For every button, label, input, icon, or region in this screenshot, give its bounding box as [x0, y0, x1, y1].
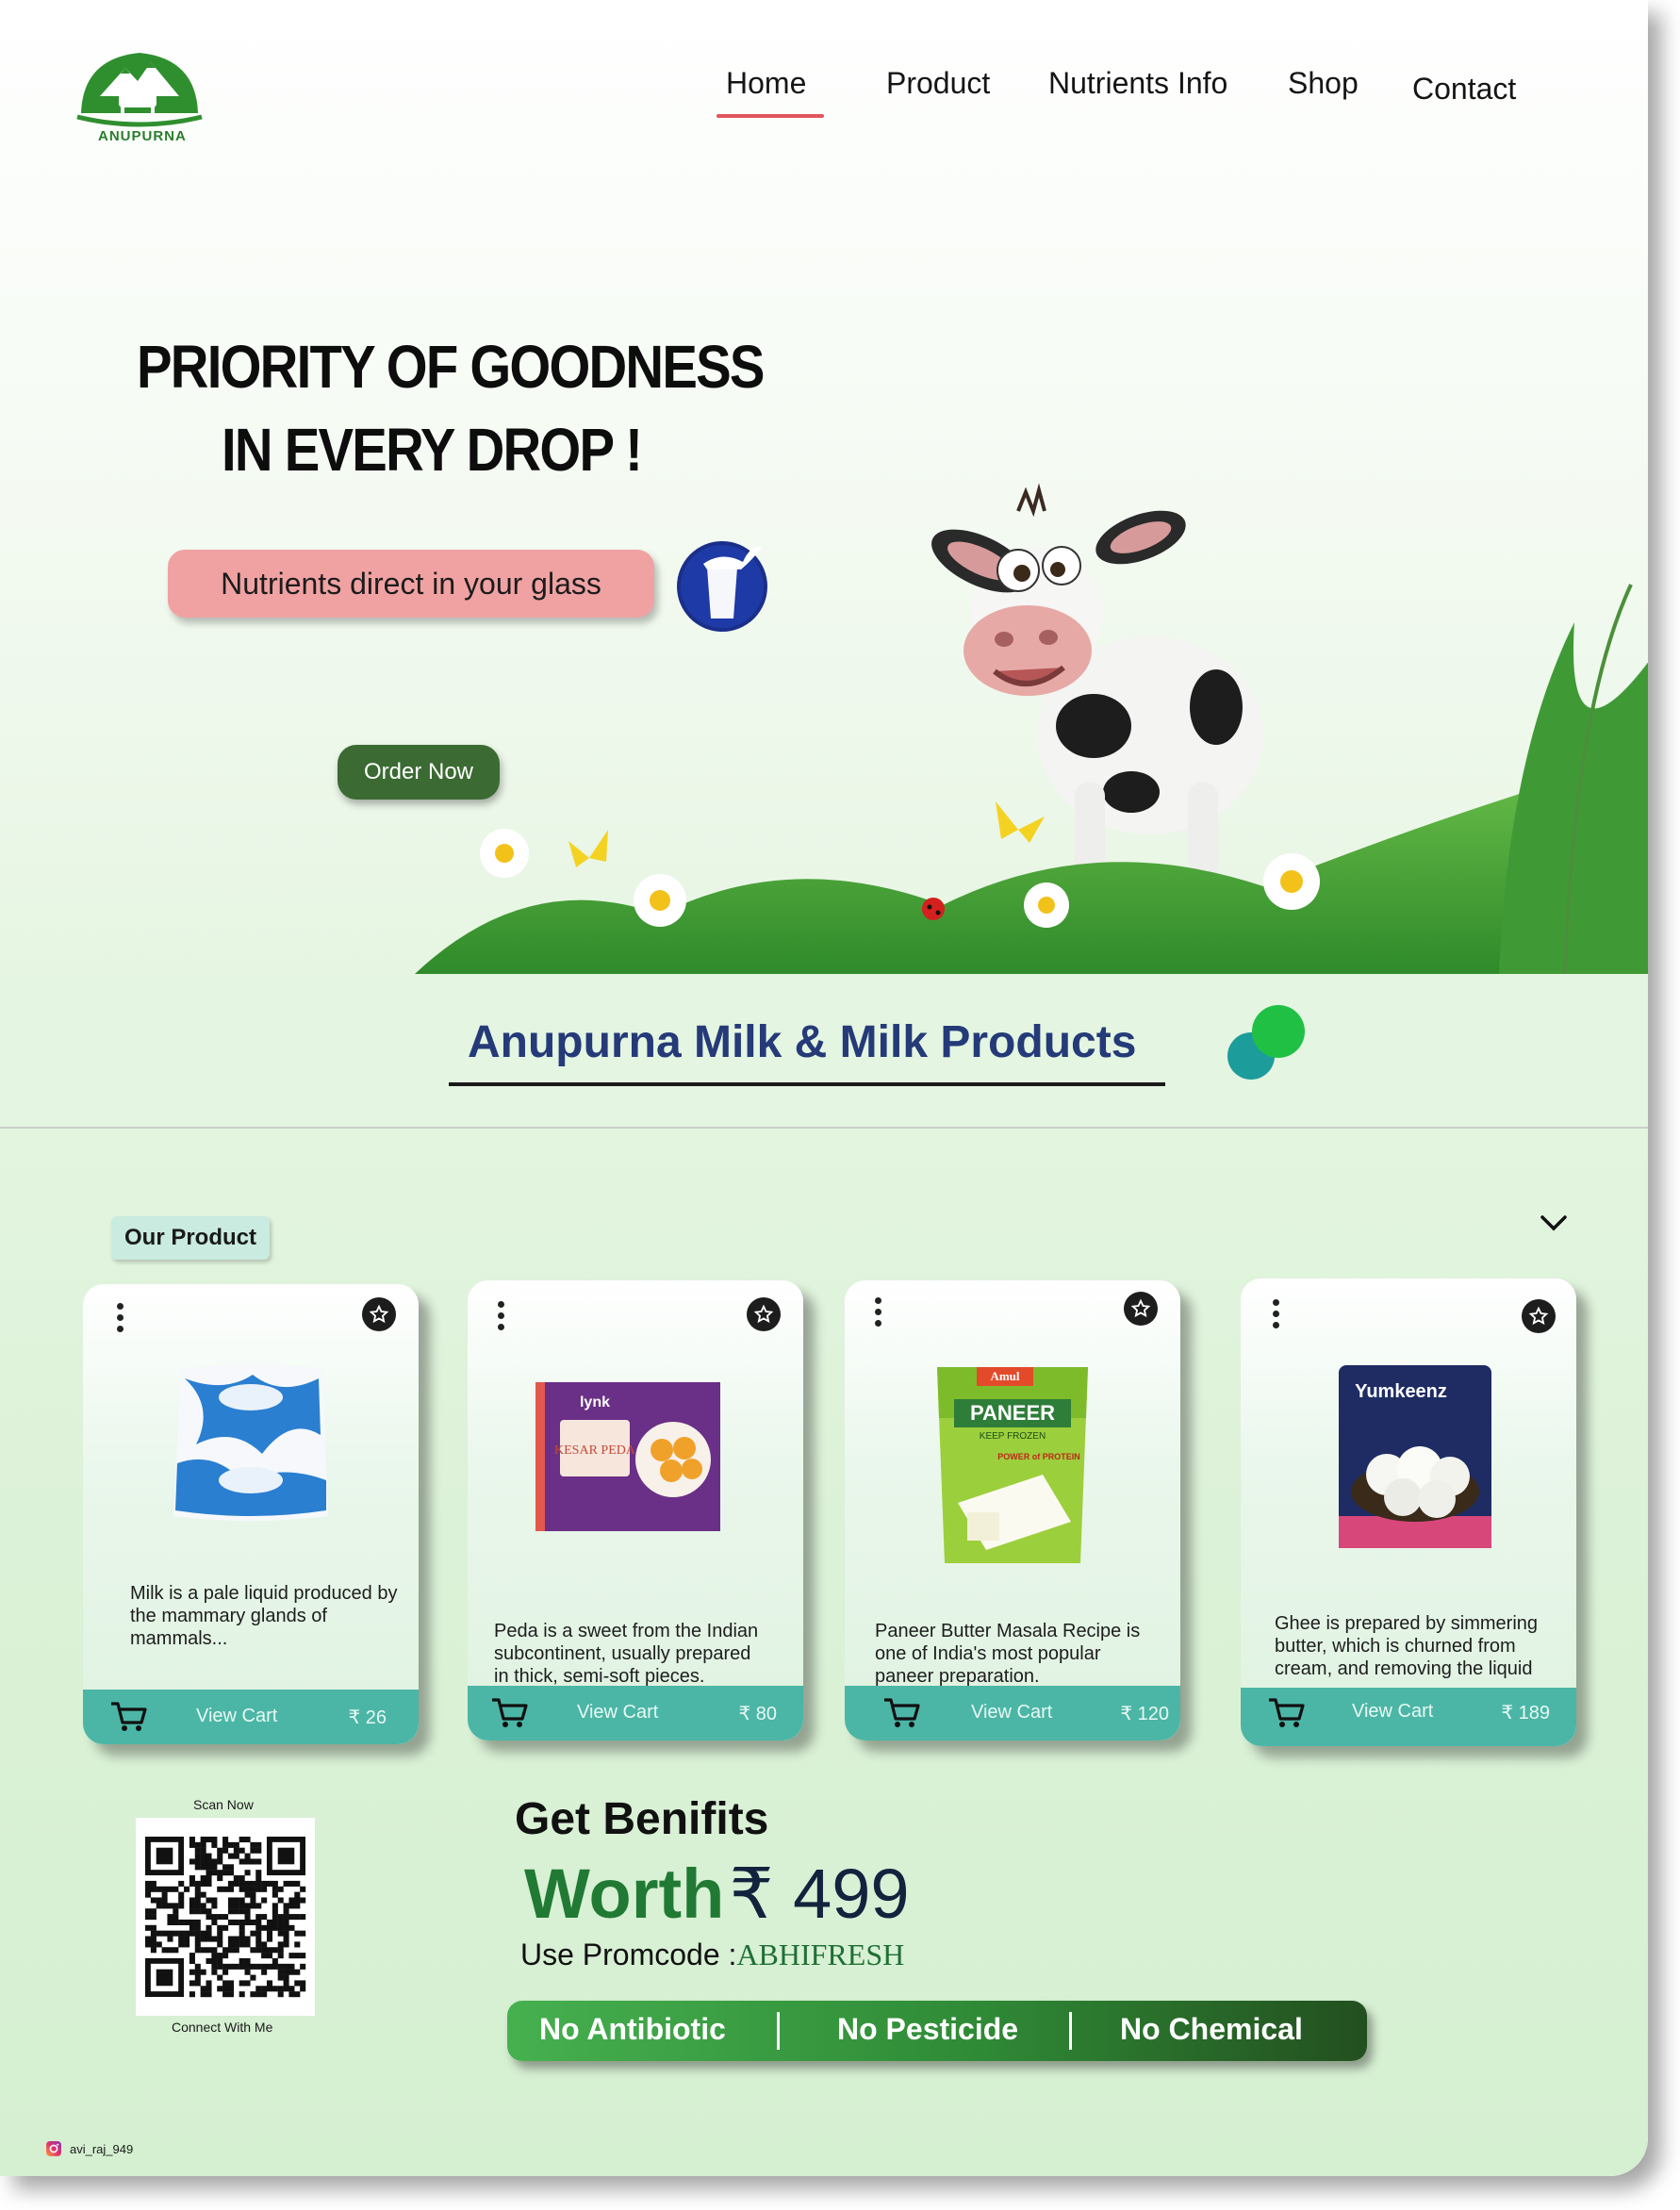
card-footer: View Cart ₹ 120 [845, 1686, 1180, 1740]
cow-meadow-illustration [415, 483, 1648, 974]
card-menu-icon[interactable] [117, 1303, 126, 1337]
our-product-label: Our Product [111, 1216, 270, 1260]
nav-nutrients-info[interactable]: Nutrients Info [1048, 66, 1227, 101]
card-footer: View Cart ₹ 26 [83, 1690, 419, 1744]
pack-brand-text: Amul [990, 1369, 1019, 1383]
card-menu-icon[interactable] [1273, 1299, 1282, 1333]
product-price: ₹ 120 [1120, 1704, 1169, 1724]
quality-badges: No Antibiotic No Pesticide No Chemical [507, 2001, 1367, 2061]
box-brand-text: lynk [580, 1394, 610, 1410]
paneer-pack-image: Amul PANEER KEEP FROZEN POWER of PROTEIN [937, 1367, 1088, 1563]
promo-code[interactable]: ABHIFRESH [736, 1938, 904, 1971]
milk-pouch-image [173, 1364, 328, 1521]
nav-shop[interactable]: Shop [1288, 66, 1359, 101]
cart-icon[interactable] [490, 1697, 528, 1729]
instagram-handle: avi_raj_949 [70, 2141, 134, 2156]
product-description: Peda is a sweet from the Indian subconti… [494, 1621, 759, 1687]
nav-home[interactable]: Home [726, 66, 806, 101]
worth-label: Worth [524, 1855, 725, 1933]
cart-icon[interactable] [109, 1701, 147, 1733]
view-cart-link[interactable]: View Cart [971, 1702, 1052, 1723]
qr-bottom-label: Connect With Me [172, 2020, 273, 2035]
pack-sub-text: KEEP FROZEN [980, 1431, 1046, 1442]
badge-no-chemical: No Chemical [1120, 2012, 1303, 2046]
promo-prefix: Use Promcode : [520, 1938, 737, 1971]
tin-brand-text: Yumkeenz [1355, 1381, 1447, 1402]
worth-price: ₹ 499 [729, 1855, 910, 1933]
product-card-milk[interactable]: Milk is a pale liquid produced by the ma… [83, 1284, 419, 1744]
favorite-star-icon[interactable] [747, 1297, 781, 1331]
chevron-down-icon[interactable] [1537, 1210, 1571, 1238]
product-description: Paneer Butter Masala Recipe is one of In… [875, 1621, 1141, 1687]
product-card-ghee[interactable]: Yumkeenz Ghee is prepared by simmering b… [1241, 1278, 1576, 1746]
card-footer: View Cart ₹ 189 [1241, 1688, 1576, 1746]
instagram-link[interactable]: avi_raj_949 [45, 2140, 133, 2157]
product-description: Ghee is prepared by simmering butter, wh… [1275, 1613, 1539, 1678]
badge-no-pesticide: No Pesticide [837, 2012, 1019, 2046]
rasgulla-tin-image: Yumkeenz [1339, 1365, 1491, 1548]
product-card-paneer[interactable]: Amul PANEER KEEP FROZEN POWER of PROTEIN… [845, 1280, 1180, 1740]
card-menu-icon[interactable] [875, 1297, 884, 1331]
favorite-star-icon[interactable] [1124, 1292, 1158, 1326]
product-card-peda[interactable]: lynk KESAR PEDA Peda is a sweet from the… [468, 1280, 803, 1740]
product-price: ₹ 26 [348, 1707, 387, 1728]
promo-line: Use Promcode :ABHIFRESH [520, 1938, 904, 1972]
section-title: Anupurna Milk & Milk Products [468, 1017, 1137, 1067]
favorite-star-icon[interactable] [1522, 1299, 1556, 1333]
card-menu-icon[interactable] [498, 1301, 507, 1335]
pack-badge-text: POWER of PROTEIN [997, 1452, 1080, 1461]
nav-contact[interactable]: Contact [1412, 72, 1516, 107]
view-cart-link[interactable]: View Cart [1352, 1701, 1433, 1723]
section-title-underline [449, 1082, 1165, 1086]
badge-no-antibiotic: No Antibiotic [539, 2012, 726, 2046]
offer-worth: Worth ₹ 499 [524, 1854, 910, 1935]
nav-product[interactable]: Product [886, 66, 990, 101]
qr-top-label: Scan Now [193, 1797, 254, 1812]
favorite-star-icon[interactable] [362, 1297, 396, 1331]
card-footer: View Cart ₹ 80 [468, 1686, 803, 1740]
product-price: ₹ 80 [738, 1704, 777, 1724]
qr-code[interactable] [136, 1818, 315, 2016]
view-cart-link[interactable]: View Cart [196, 1706, 277, 1727]
instagram-icon [46, 2141, 61, 2156]
hero-title-line1: PRIORITY OF GOODNESS [137, 333, 765, 401]
view-cart-link[interactable]: View Cart [577, 1702, 658, 1723]
cart-icon[interactable] [882, 1697, 920, 1729]
kesar-peda-box-image: lynk KESAR PEDA [535, 1382, 720, 1531]
nav-active-indicator [716, 114, 824, 118]
badge-divider [1069, 2012, 1072, 2050]
badge-divider [777, 2012, 780, 2050]
cart-icon[interactable] [1267, 1697, 1305, 1729]
product-description: Milk is a pale liquid produced by the ma… [130, 1583, 398, 1649]
pack-product-text: PANEER [970, 1401, 1055, 1425]
landing-page: ANUPURNA Home Product Nutrients Info Sho… [0, 0, 1648, 2176]
benefits-title: Get Benifits [515, 1794, 769, 1844]
decor-dot-green [1252, 1005, 1305, 1058]
brand-name: ANUPURNA [98, 128, 187, 144]
product-price: ₹ 189 [1501, 1703, 1550, 1723]
box-product-text: KESAR PEDA [554, 1443, 636, 1458]
